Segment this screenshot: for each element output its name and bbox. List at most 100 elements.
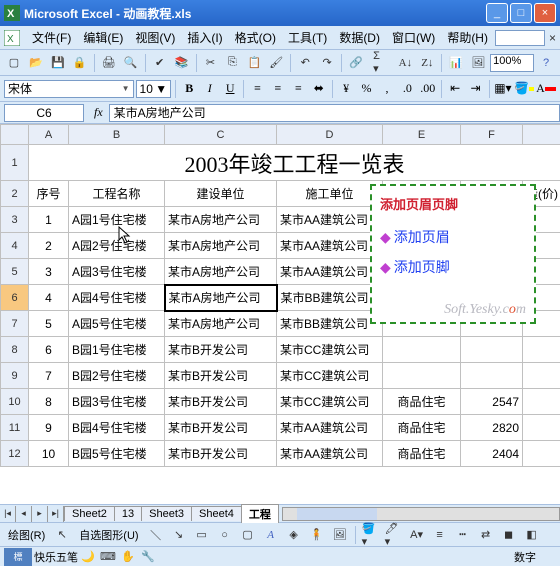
draw-menu[interactable]: 绘图(R) xyxy=(4,527,49,543)
doc-close-icon[interactable]: × xyxy=(549,31,556,45)
minimize-button[interactable]: _ xyxy=(486,3,508,23)
underline-button[interactable]: U xyxy=(221,79,239,99)
menu-insert[interactable]: 插入(I) xyxy=(181,27,228,48)
cell[interactable]: 2 xyxy=(29,233,69,259)
cell[interactable]: 5 xyxy=(29,311,69,337)
horizontal-scrollbar[interactable] xyxy=(282,507,560,521)
tab-prev-icon[interactable]: ◂ xyxy=(16,506,32,522)
align-center-icon[interactable]: ≡ xyxy=(269,79,287,99)
workbook-icon[interactable]: X xyxy=(4,30,20,46)
cell[interactable]: A园2号住宅楼 xyxy=(69,233,165,259)
dash-style-icon[interactable]: ┅ xyxy=(453,525,473,545)
new-icon[interactable]: ▢ xyxy=(4,53,24,73)
redo-icon[interactable]: ↷ xyxy=(317,53,337,73)
undo-icon[interactable]: ↶ xyxy=(295,53,315,73)
spreadsheet-grid[interactable]: A B C D E F 12003年竣工工程一览表 2 序号工程名称建设单位施工… xyxy=(0,124,560,504)
ime-tool-icon[interactable]: 🔧 xyxy=(138,547,158,567)
cut-icon[interactable]: ✂ xyxy=(201,53,221,73)
wordart-icon[interactable]: A xyxy=(261,525,281,545)
col-header-f[interactable]: F xyxy=(461,125,523,145)
cell[interactable]: 6 xyxy=(29,337,69,363)
cell[interactable]: 某市B开发公司 xyxy=(165,337,277,363)
menu-edit[interactable]: 编辑(E) xyxy=(77,27,129,48)
cell[interactable]: 某市BB建筑公司 xyxy=(277,311,383,337)
preview-icon[interactable]: 🔍 xyxy=(121,53,141,73)
shadow-icon[interactable]: ◼ xyxy=(499,525,519,545)
help-search-box[interactable] xyxy=(495,30,545,46)
bold-button[interactable]: B xyxy=(180,79,198,99)
row-header[interactable]: 9 xyxy=(1,363,29,389)
cell[interactable]: 7 xyxy=(29,363,69,389)
cell[interactable]: 4 xyxy=(29,285,69,311)
cell[interactable]: 某市BB建筑公司 xyxy=(277,285,383,311)
row-header[interactable]: 10 xyxy=(1,389,29,415)
col-header-b[interactable]: B xyxy=(69,125,165,145)
tab-last-icon[interactable]: ▸| xyxy=(48,506,64,522)
cell[interactable]: 1 xyxy=(29,207,69,233)
cell[interactable]: 2547 xyxy=(461,389,523,415)
research-icon[interactable]: 📚 xyxy=(172,53,192,73)
permission-icon[interactable]: 🔒 xyxy=(70,53,90,73)
cell[interactable]: B园2号住宅楼 xyxy=(69,363,165,389)
cell[interactable]: 2404 xyxy=(461,441,523,467)
cell[interactable] xyxy=(461,337,523,363)
increase-decimal-icon[interactable]: .0 xyxy=(398,79,416,99)
cell[interactable]: 某市AA建筑公司 xyxy=(277,207,383,233)
cell[interactable]: B园3号住宅楼 xyxy=(69,389,165,415)
formula-bar[interactable]: 某市A房地产公司 xyxy=(109,104,560,122)
menu-help[interactable]: 帮助(H) xyxy=(441,27,494,48)
cell[interactable]: 3 xyxy=(29,259,69,285)
decrease-decimal-icon[interactable]: .00 xyxy=(419,79,437,99)
decrease-indent-icon[interactable]: ⇤ xyxy=(446,79,464,99)
cell[interactable]: A园1号住宅楼 xyxy=(69,207,165,233)
clipart-icon[interactable]: 🧍 xyxy=(307,525,327,545)
rectangle-icon[interactable]: ▭ xyxy=(192,525,212,545)
tab-next-icon[interactable]: ▸ xyxy=(32,506,48,522)
cell[interactable]: 某市B开发公司 xyxy=(165,389,277,415)
help-icon[interactable]: ? xyxy=(536,53,556,73)
maximize-button[interactable]: □ xyxy=(510,3,532,23)
sheet-tab[interactable]: Sheet4 xyxy=(191,506,242,521)
sort-asc-icon[interactable]: A↓ xyxy=(395,53,415,73)
cell[interactable] xyxy=(383,363,461,389)
italic-button[interactable]: I xyxy=(201,79,219,99)
cell[interactable]: 某市A房地产公司 xyxy=(165,207,277,233)
increase-indent-icon[interactable]: ⇥ xyxy=(466,79,484,99)
3d-icon[interactable]: ◧ xyxy=(522,525,542,545)
cell[interactable]: 商品住宅 xyxy=(383,389,461,415)
currency-icon[interactable]: ¥ xyxy=(337,79,355,99)
font-size-box[interactable]: 10▼ xyxy=(136,80,172,98)
font-color-icon[interactable]: A xyxy=(536,79,556,99)
sheet-tab-active[interactable]: 工程 xyxy=(241,504,279,523)
chart-icon[interactable]: 📊 xyxy=(446,53,466,73)
name-box[interactable]: C6 xyxy=(4,104,84,122)
arrow-icon[interactable]: ↘ xyxy=(169,525,189,545)
row-header[interactable]: 4 xyxy=(1,233,29,259)
row-header[interactable]: 5 xyxy=(1,259,29,285)
autosum-icon[interactable]: Σ ▾ xyxy=(368,53,393,73)
cell[interactable] xyxy=(523,389,560,415)
ime-moon-icon[interactable]: 🌙 xyxy=(78,547,98,567)
cell[interactable]: 某市B开发公司 xyxy=(165,415,277,441)
menu-window[interactable]: 窗口(W) xyxy=(386,27,441,48)
zoom-field[interactable]: 100% xyxy=(490,54,534,72)
save-icon[interactable]: 💾 xyxy=(48,53,68,73)
cell[interactable]: 某市A房地产公司 xyxy=(165,233,277,259)
cell[interactable]: 某市A房地产公司 xyxy=(165,311,277,337)
diagram-icon[interactable]: ◈ xyxy=(284,525,304,545)
cell[interactable]: 某市CC建筑公司 xyxy=(277,337,383,363)
hyperlink-icon[interactable]: 🔗 xyxy=(346,53,366,73)
cell[interactable]: A园3号住宅楼 xyxy=(69,259,165,285)
row-header[interactable]: 3 xyxy=(1,207,29,233)
menu-view[interactable]: 视图(V) xyxy=(129,27,181,48)
select-objects-icon[interactable]: ↖ xyxy=(52,525,72,545)
line-color-icon[interactable]: 🖊▾ xyxy=(384,525,404,545)
open-icon[interactable]: 📂 xyxy=(26,53,46,73)
autoshapes-menu[interactable]: 自选图形(U) xyxy=(75,527,142,543)
row-header[interactable]: 1 xyxy=(1,145,29,181)
col-header-c[interactable]: C xyxy=(165,125,277,145)
col-header-e[interactable]: E xyxy=(383,125,461,145)
cell[interactable]: 某市A房地产公司 xyxy=(165,285,277,311)
cell[interactable]: 商品住宅 xyxy=(383,415,461,441)
menu-file[interactable]: 文件(F) xyxy=(26,27,77,48)
